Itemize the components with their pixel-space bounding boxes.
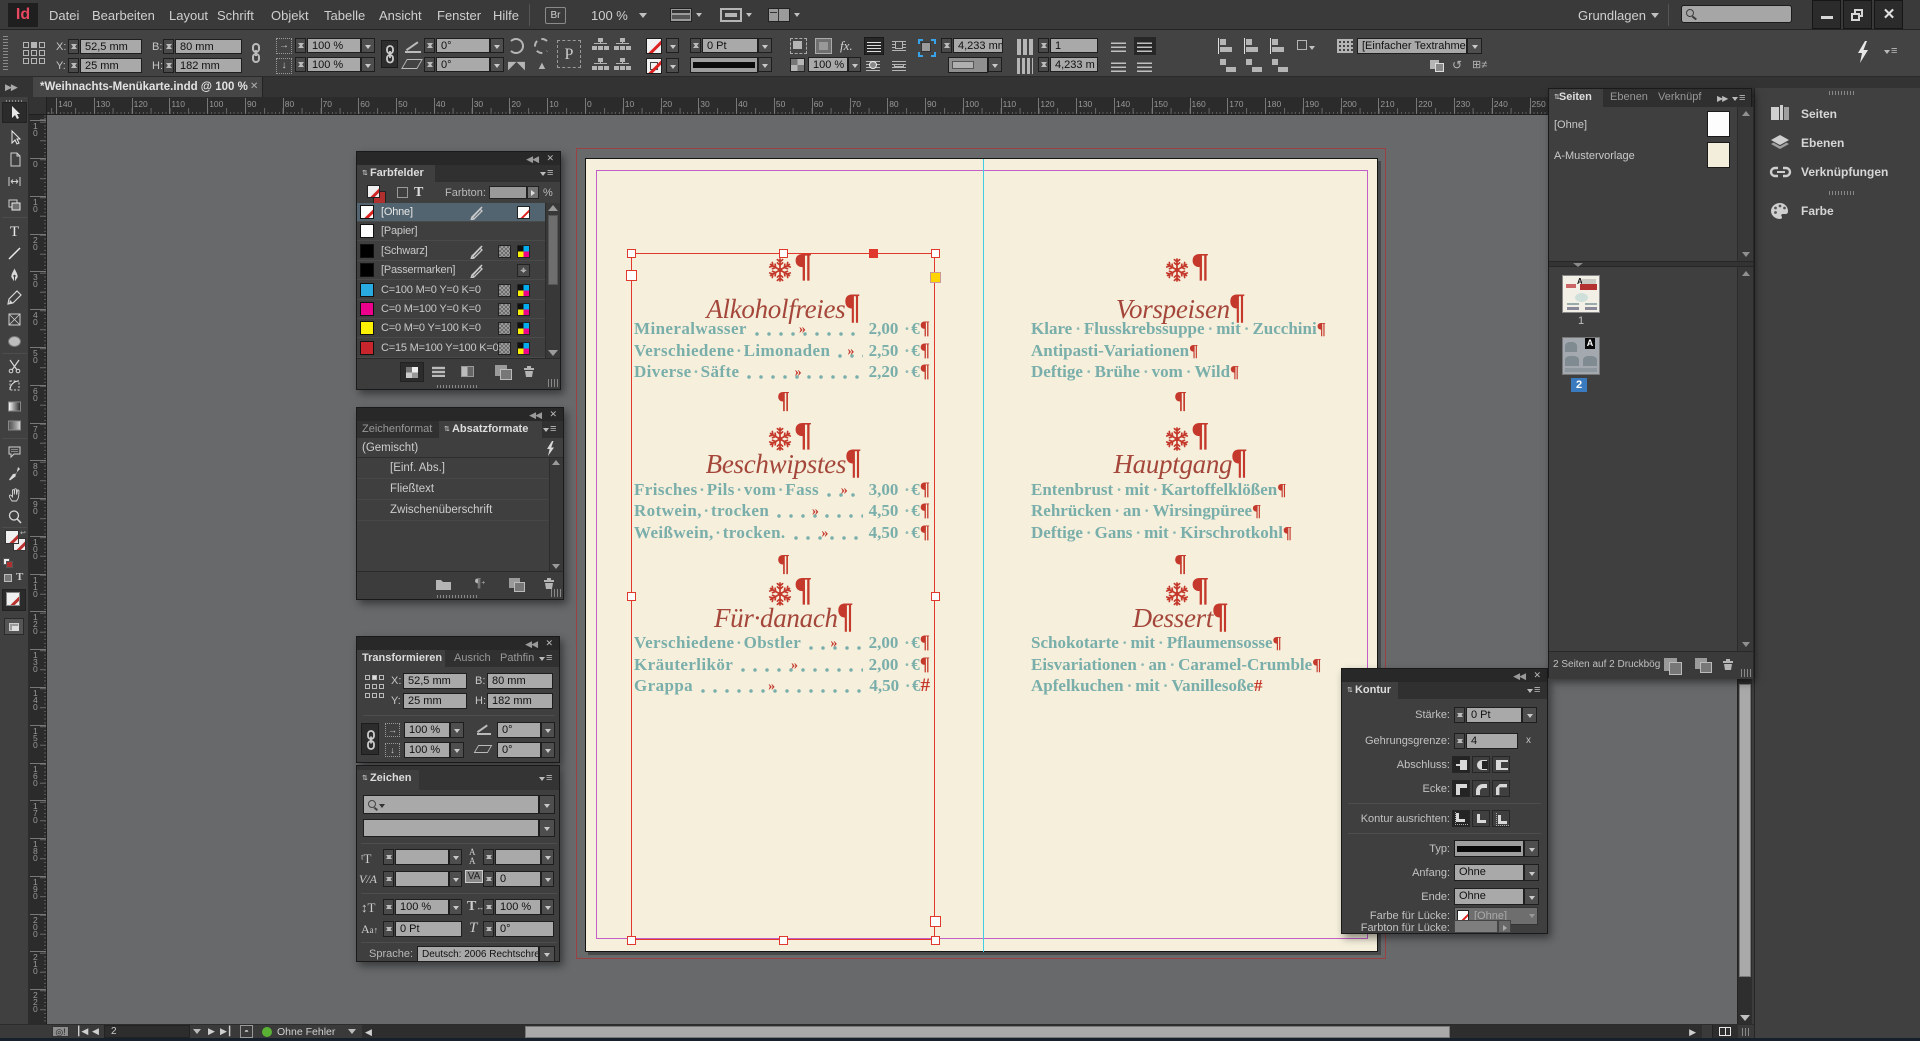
- svg-text:T: T: [10, 224, 19, 239]
